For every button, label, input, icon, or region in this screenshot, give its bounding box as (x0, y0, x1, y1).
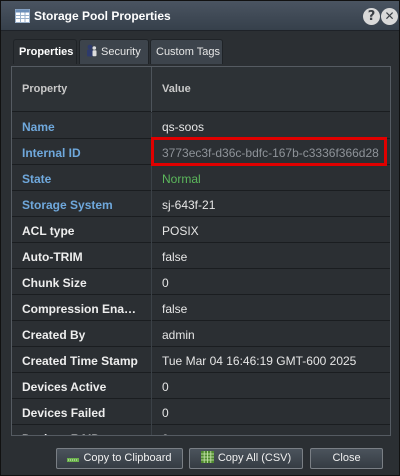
row-value-devices-failed: 0 (162, 406, 169, 420)
internal-id-highlight-box (151, 137, 387, 166)
table-row[interactable]: Storage System sj-643f-21 (12, 191, 390, 217)
table-row[interactable]: State Normal (12, 165, 390, 191)
row-divider (151, 295, 152, 321)
copy-all-csv-button[interactable]: Copy All (CSV) (189, 448, 303, 469)
row-value-devices-raid: 0 (162, 432, 169, 435)
tab-security-label: Security (101, 46, 141, 58)
column-divider[interactable] (151, 67, 152, 112)
table-row[interactable]: ACL type POSIX (12, 217, 390, 243)
clipboard-icon (67, 458, 80, 462)
tab-properties-label: Properties (19, 46, 74, 58)
row-value-name: qs-soos (162, 120, 205, 134)
row-value-state: Normal (162, 172, 201, 186)
row-value-acl-type: POSIX (162, 224, 199, 238)
row-key-devices-active: Devices Active (22, 380, 107, 394)
tab-properties[interactable]: Properties (13, 39, 77, 64)
table-row[interactable]: Devices Active 0 (12, 373, 390, 399)
row-key-chunk-size: Chunk Size (22, 276, 87, 290)
row-value-created-by: admin (162, 328, 195, 342)
row-divider (151, 165, 152, 191)
properties-grid[interactable]: Property Value Name qs-soos Internal ID … (11, 66, 391, 436)
row-key-internal-id[interactable]: Internal ID (22, 146, 142, 160)
row-divider (151, 269, 152, 295)
dialog-footer: Copy to Clipboard Copy All (CSV) Close (1, 439, 399, 475)
grid-header: Property Value (12, 67, 390, 112)
row-divider (151, 113, 152, 139)
title-bar[interactable]: Storage Pool Properties ? ✕ (1, 1, 399, 31)
row-value-created-time-stamp: Tue Mar 04 16:46:19 GMT-600 2025 (162, 354, 357, 368)
copy-to-clipboard-label: Copy to Clipboard (83, 452, 172, 464)
row-key-acl-type: ACL type (22, 224, 75, 238)
row-key-auto-trim: Auto-TRIM (22, 250, 83, 264)
table-icon (15, 9, 30, 23)
tab-custom-tags-label: Custom Tags (156, 46, 220, 58)
column-header-value[interactable]: Value (162, 83, 191, 95)
copy-all-csv-label: Copy All (CSV) (217, 452, 292, 464)
table-row[interactable]: Name qs-soos (12, 113, 390, 139)
dialog-title: Storage Pool Properties (34, 9, 171, 23)
copy-to-clipboard-button[interactable]: Copy to Clipboard (56, 448, 183, 469)
close-icon[interactable]: ✕ (381, 8, 398, 25)
row-key-name[interactable]: Name (22, 120, 142, 134)
row-key-created-by: Created By (22, 328, 86, 342)
row-divider (151, 243, 152, 269)
row-divider (151, 399, 152, 425)
table-row[interactable]: Devices RAID 0 (12, 425, 390, 435)
row-key-state[interactable]: State (22, 172, 142, 186)
table-row[interactable]: Created By admin (12, 321, 390, 347)
row-value-storage-system: sj-643f-21 (162, 198, 216, 212)
row-key-created-time-stamp: Created Time Stamp (22, 354, 138, 368)
tab-custom-tags[interactable]: Custom Tags (150, 39, 223, 64)
users-icon (87, 44, 97, 57)
row-value-chunk-size: 0 (162, 276, 169, 290)
row-divider (151, 217, 152, 243)
row-divider (151, 321, 152, 347)
table-row[interactable]: Created Time Stamp Tue Mar 04 16:46:19 G… (12, 347, 390, 373)
storage-pool-properties-dialog: Storage Pool Properties ? ✕ Properties S… (0, 0, 400, 476)
table-row[interactable]: Devices Failed 0 (12, 399, 390, 425)
row-value-compression-enabled: false (162, 302, 188, 316)
row-divider (151, 191, 152, 217)
row-key-storage-system[interactable]: Storage System (22, 198, 142, 212)
row-value-devices-active: 0 (162, 380, 169, 394)
row-key-devices-failed: Devices Failed (22, 406, 106, 420)
table-row[interactable]: Chunk Size 0 (12, 269, 390, 295)
spreadsheet-icon (200, 451, 214, 463)
help-button[interactable]: ? (363, 8, 380, 25)
row-divider (151, 425, 152, 435)
row-divider (151, 373, 152, 399)
tab-security[interactable]: Security (79, 39, 149, 64)
table-row[interactable]: Compression Ena… false (12, 295, 390, 321)
column-header-property[interactable]: Property (22, 83, 67, 95)
table-row[interactable]: Auto-TRIM false (12, 243, 390, 269)
close-button[interactable]: Close (310, 448, 383, 469)
row-key-devices-raid: Devices RAID (22, 432, 142, 435)
row-divider (151, 347, 152, 373)
row-key-compression-enabled: Compression Ena… (22, 302, 137, 316)
row-value-auto-trim: false (162, 250, 188, 264)
